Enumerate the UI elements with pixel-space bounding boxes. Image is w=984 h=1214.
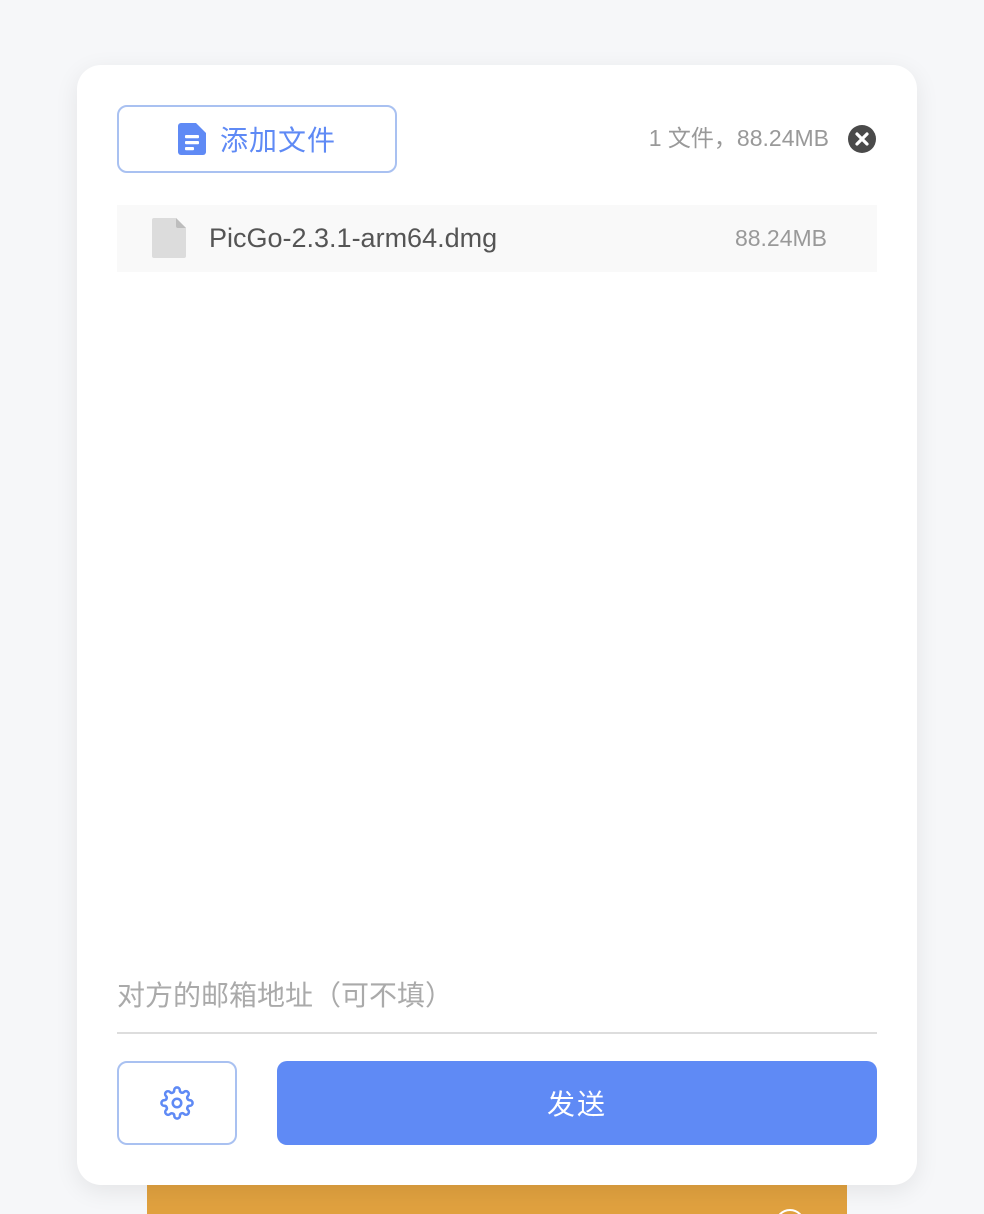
send-label: 发送 [546,1089,607,1120]
file-icon [152,218,186,258]
bottom-banner [147,1185,847,1214]
help-icon[interactable] [775,1209,805,1214]
file-size: 88.24MB [734,225,827,251]
file-row[interactable]: PicGo-2.3.1-arm64.dmg 88.24MB [117,205,877,272]
document-icon [177,123,206,155]
files-summary: 1 文件，88.24MB [648,125,829,151]
gear-icon [160,1086,194,1120]
page: 添加文件 1 文件，88.24MB PicGo-2.3.1-arm64.dmg … [0,0,984,1214]
add-file-label: 添加文件 [219,125,336,156]
file-list: PicGo-2.3.1-arm64.dmg 88.24MB [117,205,877,945]
clear-all-button[interactable] [847,124,877,154]
email-input[interactable] [117,960,877,1034]
file-name: PicGo-2.3.1-arm64.dmg [209,223,498,253]
send-button[interactable]: 发送 [277,1061,877,1145]
close-circle-icon [848,125,876,153]
upload-card: 添加文件 1 文件，88.24MB PicGo-2.3.1-arm64.dmg … [77,65,917,1185]
settings-button[interactable] [117,1061,237,1145]
add-file-button[interactable]: 添加文件 [117,105,397,173]
